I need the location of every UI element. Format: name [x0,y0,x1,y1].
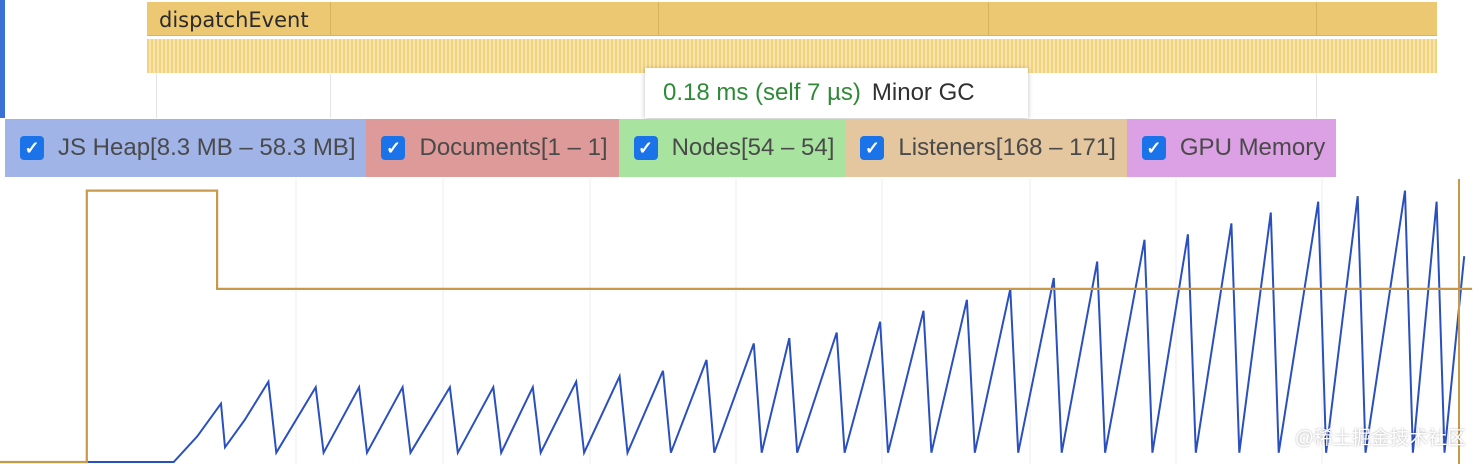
tooltip-event-name: Minor GC [871,79,975,106]
legend-label: JS Heap[8.3 MB – 58.3 MB] [58,134,356,161]
slice-divider [658,2,659,36]
legend-item-1[interactable]: ✓ Documents[1 – 1] [366,119,619,177]
legend-item-4[interactable]: ✓ GPU Memory [1126,119,1337,177]
js-heap-series-line [0,190,1466,463]
grid-line [156,74,157,118]
event-tooltip: 0.18 ms (self 7 µs) Minor GC [645,68,1028,118]
dispatch-event-slice[interactable] [147,2,1437,36]
legend-item-3[interactable]: ✓ Listeners[168 – 171] [845,119,1127,177]
slice-divider [330,2,331,36]
legend-checkbox-icon[interactable]: ✓ [20,136,44,160]
slice-label: dispatchEvent [159,8,309,32]
memory-chart [0,179,1480,464]
legend-item-0[interactable]: ✓ JS Heap[8.3 MB – 58.3 MB] [5,119,367,177]
legend-checkbox-icon[interactable]: ✓ [633,136,658,160]
legend-checkbox-icon[interactable]: ✓ [1141,136,1166,160]
grid-line [330,74,331,118]
legend-label: Nodes[54 – 54] [671,134,835,161]
legend-checkbox-icon[interactable]: ✓ [860,136,885,160]
memory-counters-legend: ✓ JS Heap[8.3 MB – 58.3 MB] ✓ Documents[1 –… [5,119,1337,177]
grid-line [1316,74,1317,118]
legend-label: Documents[1 – 1] [419,134,608,161]
legend-label: Listeners[168 – 171] [898,134,1116,161]
track-accent-bar [0,0,5,118]
slice-divider [1316,2,1317,36]
legend-item-2[interactable]: ✓ Nodes[54 – 54] [618,119,846,177]
slice-divider [988,2,989,36]
tooltip-duration: 0.18 ms (self 7 µs) [663,79,861,106]
legend-checkbox-icon[interactable]: ✓ [381,136,406,160]
memory-chart-svg [0,179,1473,464]
legend-label: GPU Memory [1179,134,1326,161]
watermark: @稀土掘金技术社区 [1294,428,1466,449]
